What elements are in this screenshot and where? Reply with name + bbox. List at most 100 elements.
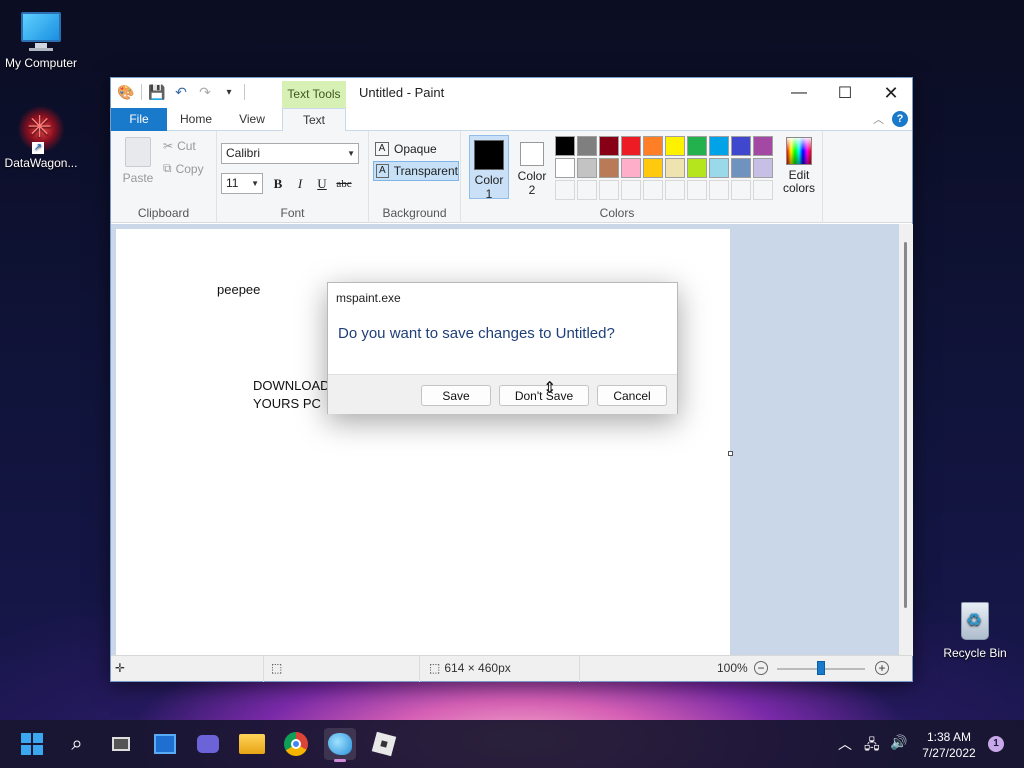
palette-color-swatch[interactable]: [577, 158, 597, 178]
scrollbar-thumb[interactable]: [904, 242, 907, 608]
folder-icon: [239, 734, 265, 754]
paste-button[interactable]: Paste: [121, 137, 155, 185]
colors-group: Color 1 Color 2 Colors: [461, 131, 823, 223]
search-button[interactable]: ⌕: [61, 728, 93, 760]
palette-color-swatch[interactable]: [643, 136, 663, 156]
palette-color-swatch[interactable]: [621, 136, 641, 156]
palette-custom-slot[interactable]: [555, 180, 575, 200]
palette-custom-slot[interactable]: [621, 180, 641, 200]
paint-app-icon[interactable]: 🎨: [117, 83, 135, 101]
color-2-swatch: [520, 142, 544, 166]
tab-text[interactable]: Text: [282, 108, 346, 132]
group-label: Colors: [599, 206, 635, 220]
palette-color-swatch[interactable]: [731, 158, 751, 178]
save-icon[interactable]: 💾: [148, 83, 166, 101]
color-2-button[interactable]: Color 2: [513, 135, 551, 199]
show-hidden-icons-button[interactable]: ︿: [838, 734, 852, 754]
edit-colors-button[interactable]: Edit colors: [777, 135, 821, 195]
tab-home[interactable]: Home: [169, 108, 223, 131]
palette-color-swatch[interactable]: [753, 158, 773, 178]
widgets-button[interactable]: [149, 728, 181, 760]
canvas-size: ⬚ 614 × 460px: [429, 661, 511, 675]
palette-color-swatch[interactable]: [709, 158, 729, 178]
clock[interactable]: 1:38 AM 7/27/2022: [912, 729, 986, 761]
clock-date: 7/27/2022: [922, 746, 976, 760]
canvas-resize-handle[interactable]: [728, 451, 733, 456]
undo-icon[interactable]: ↶: [172, 83, 190, 101]
save-button[interactable]: Save: [421, 385, 491, 406]
palette-color-swatch[interactable]: [687, 158, 707, 178]
italic-button[interactable]: I: [291, 175, 309, 193]
redo-icon[interactable]: ↷: [196, 83, 214, 101]
window-title: Untitled - Paint: [359, 85, 445, 100]
palette-color-swatch[interactable]: [665, 136, 685, 156]
copy-icon: ⧉: [163, 161, 172, 175]
clipboard-icon: [125, 137, 151, 167]
cut-button[interactable]: ✂ Cut: [163, 139, 196, 153]
palette-color-swatch[interactable]: [555, 158, 575, 178]
palette-custom-slot[interactable]: [643, 180, 663, 200]
copy-button[interactable]: ⧉ Copy: [163, 161, 204, 176]
roblox-button[interactable]: [368, 728, 400, 760]
strikethrough-button[interactable]: abc: [335, 175, 353, 193]
vertical-scrollbar[interactable]: [899, 224, 913, 656]
color-1-button[interactable]: Color 1: [469, 135, 509, 201]
zoom-slider-thumb[interactable]: [817, 661, 825, 675]
palette-color-swatch[interactable]: [687, 136, 707, 156]
opaque-icon: A: [375, 142, 389, 156]
tab-file[interactable]: File: [111, 108, 167, 131]
chevron-down-icon: ▼: [347, 149, 355, 158]
palette-color-swatch[interactable]: [731, 136, 751, 156]
palette-custom-slot[interactable]: [687, 180, 707, 200]
palette-custom-slot[interactable]: [665, 180, 685, 200]
opaque-button[interactable]: A Opaque: [373, 139, 459, 159]
font-size-select[interactable]: 11 ▼: [221, 173, 263, 194]
palette-color-swatch[interactable]: [709, 136, 729, 156]
start-button[interactable]: [16, 728, 48, 760]
zoom-out-button[interactable]: −: [754, 661, 768, 675]
notification-badge[interactable]: 1: [988, 736, 1004, 752]
task-view-button[interactable]: [105, 728, 137, 760]
chevron-up-icon: ︿: [838, 736, 852, 752]
customize-qat-icon[interactable]: ▾: [220, 83, 238, 101]
palette-color-swatch[interactable]: [599, 158, 619, 178]
zoom-in-button[interactable]: +: [875, 661, 889, 675]
font-family-select[interactable]: Calibri ▼: [221, 143, 359, 164]
bold-button[interactable]: B: [269, 175, 287, 193]
palette-color-swatch[interactable]: [753, 136, 773, 156]
palette-color-swatch[interactable]: [599, 136, 619, 156]
palette-color-swatch[interactable]: [643, 158, 663, 178]
collapse-ribbon-icon[interactable]: ︿: [873, 111, 884, 127]
canvas-text: DOWNLOAD YOURS PC: [253, 378, 330, 411]
chrome-button[interactable]: [280, 728, 312, 760]
desktop-icon-recycle-bin[interactable]: ♻ Recycle Bin: [934, 598, 1016, 660]
monitor-icon: [19, 10, 63, 52]
palette-custom-slot[interactable]: [709, 180, 729, 200]
paint-taskbar-button[interactable]: [324, 728, 356, 762]
transparent-button[interactable]: A Transparent: [373, 161, 459, 181]
volume-icon[interactable]: 🔊: [890, 734, 907, 751]
desktop-icon-my-computer[interactable]: My Computer: [0, 10, 82, 70]
tab-view[interactable]: View: [225, 108, 279, 131]
minimize-button[interactable]: —: [776, 78, 822, 108]
edit-colors-group: Edit colors: [773, 131, 823, 223]
chat-button[interactable]: [192, 728, 224, 760]
palette-custom-slot[interactable]: [599, 180, 619, 200]
cancel-button[interactable]: Cancel: [597, 385, 667, 406]
palette-custom-slot[interactable]: [753, 180, 773, 200]
maximize-button[interactable]: ☐: [822, 78, 868, 108]
underline-button[interactable]: U: [313, 175, 331, 193]
palette-custom-slot[interactable]: [577, 180, 597, 200]
close-button[interactable]: ✕: [868, 78, 914, 108]
help-icon[interactable]: ?: [892, 111, 908, 127]
palette-color-swatch[interactable]: [665, 158, 685, 178]
palette-color-swatch[interactable]: [555, 136, 575, 156]
palette-color-swatch[interactable]: [577, 136, 597, 156]
chrome-icon: [284, 732, 308, 756]
shortcut-arrow-icon: ↗: [32, 142, 44, 154]
palette-color-swatch[interactable]: [621, 158, 641, 178]
network-icon[interactable]: 🖧: [864, 734, 880, 758]
file-explorer-button[interactable]: [236, 728, 268, 760]
desktop-icon-datawagon[interactable]: ↗ DataWagon...: [0, 106, 82, 170]
palette-custom-slot[interactable]: [731, 180, 751, 200]
